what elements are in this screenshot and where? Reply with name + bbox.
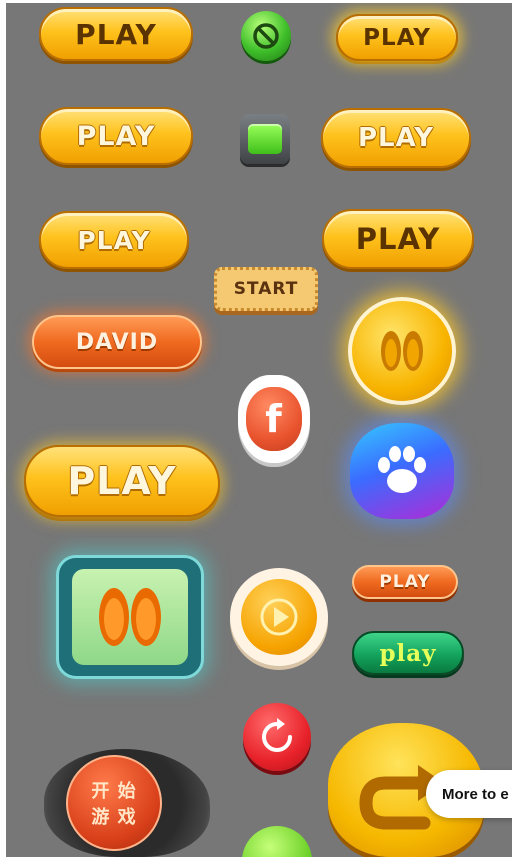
footprints-icon — [99, 588, 161, 646]
david-label: DAVID — [75, 329, 159, 355]
play-label: PLAY — [75, 17, 157, 51]
play-green-button[interactable]: play — [352, 631, 464, 675]
play-label: PLAY — [77, 225, 151, 255]
play-label: play — [379, 639, 437, 667]
play-button-2[interactable]: PLAY — [336, 14, 458, 61]
game-button-sheet: PLAY PLAY PLAY PLAY PLAY PLAY START DAVI… — [6, 3, 512, 857]
green-square-button[interactable] — [240, 114, 290, 164]
forbidden-icon — [253, 23, 279, 49]
start-button[interactable]: START — [214, 267, 318, 311]
footprints-square-inner — [72, 569, 188, 665]
footprints-button[interactable] — [348, 297, 456, 405]
play-label: PLAY — [355, 222, 441, 256]
play-button-5[interactable]: PLAY — [39, 211, 189, 269]
play-circle-button[interactable] — [230, 568, 328, 666]
restart-button[interactable] — [243, 703, 311, 771]
play-label: PLAY — [67, 459, 177, 503]
play-button-1[interactable]: PLAY — [39, 7, 193, 61]
paw-button[interactable] — [350, 423, 454, 519]
play-button-4[interactable]: PLAY — [321, 108, 471, 168]
more-to-explore-tab[interactable]: More to e — [426, 770, 512, 818]
david-button[interactable]: DAVID — [32, 315, 202, 369]
play-button-6[interactable]: PLAY — [322, 209, 474, 269]
play-label: PLAY — [379, 572, 431, 592]
footprints-square-button[interactable] — [56, 555, 204, 679]
play-button-3[interactable]: PLAY — [39, 107, 193, 165]
play-label: PLAY — [363, 24, 431, 51]
facebook-button[interactable]: f — [238, 375, 310, 463]
chinese-label-top: 开 始 — [91, 781, 137, 802]
green-square-icon — [248, 124, 282, 154]
play-triangle-icon — [260, 598, 298, 636]
play-label: PLAY — [357, 123, 435, 153]
start-label: START — [233, 279, 299, 299]
more-to-explore-label: More to e — [442, 785, 509, 803]
forbidden-button[interactable] — [241, 11, 291, 61]
chinese-label-bottom: 游 戏 — [91, 807, 137, 828]
restart-icon — [262, 718, 292, 752]
paw-icon — [378, 446, 426, 493]
footprints-icon — [381, 331, 423, 371]
play-circle-inner — [241, 579, 317, 655]
play-button-small[interactable]: PLAY — [352, 565, 458, 599]
chinese-start-button[interactable]: 开 始 游 戏 — [66, 755, 162, 851]
facebook-icon: f — [246, 387, 302, 451]
play-label: PLAY — [76, 120, 156, 152]
play-button-big[interactable]: PLAY — [24, 445, 220, 517]
green-partial-button[interactable] — [242, 826, 312, 857]
